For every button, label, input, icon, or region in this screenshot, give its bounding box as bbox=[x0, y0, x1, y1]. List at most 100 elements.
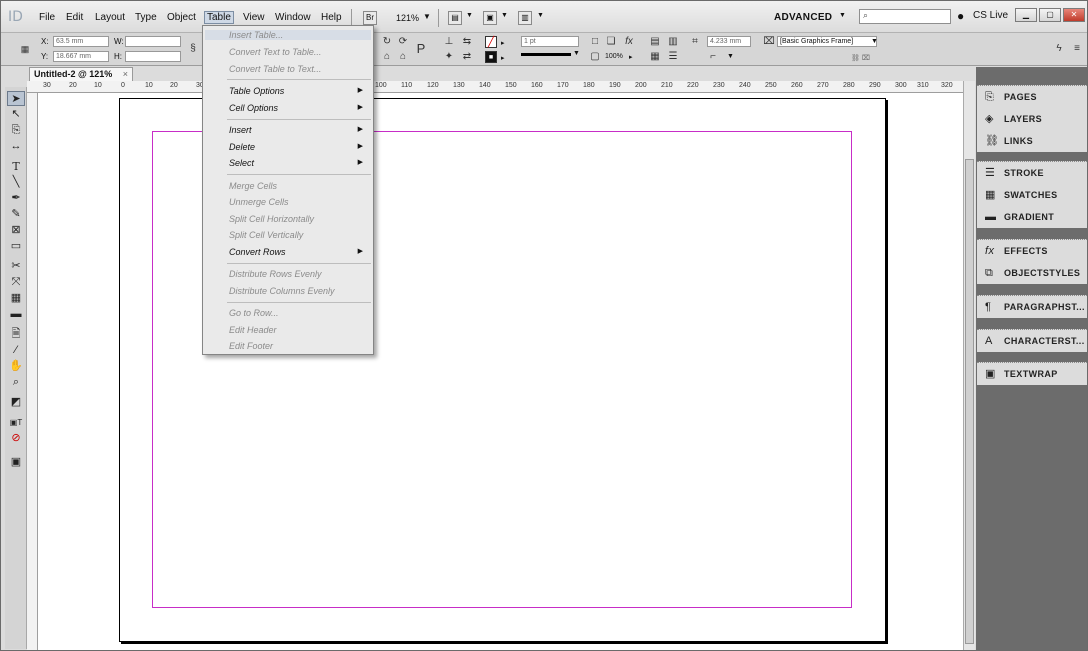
corner-shape-icon[interactable]: ⌐ bbox=[707, 51, 719, 63]
bridge-icon[interactable]: Br bbox=[363, 11, 377, 25]
stroke-type-arrow-icon[interactable]: ▼ bbox=[573, 50, 580, 57]
opacity-icon[interactable]: ▢ bbox=[589, 51, 601, 63]
panel-layers[interactable]: ◈ LAYERS bbox=[977, 108, 1087, 130]
menu-delete[interactable]: Delete ▶ bbox=[229, 142, 369, 152]
select-previous-icon[interactable]: ⇆ bbox=[461, 36, 473, 48]
vertical-scrollbar[interactable] bbox=[963, 81, 975, 650]
menu-distribute-rows-evenly[interactable]: Distribute Rows Evenly bbox=[229, 269, 369, 279]
text-wrap-icon[interactable]: ▤ bbox=[649, 36, 661, 48]
zoom-tool-icon[interactable]: ⌕ bbox=[7, 375, 25, 390]
menu-convert-rows[interactable]: Convert Rows ▶ bbox=[229, 247, 369, 257]
w-field[interactable] bbox=[125, 36, 181, 47]
menu-convert-text-to-table[interactable]: Convert Text to Table... bbox=[229, 47, 369, 57]
menu-split-cell-horizontally[interactable]: Split Cell Horizontally bbox=[229, 214, 369, 224]
fill-none-icon[interactable]: ╱ bbox=[485, 36, 497, 48]
panel-character-styles[interactable]: A CHARACTERST... bbox=[977, 330, 1087, 352]
panel-gradient[interactable]: ▬ GRADIENT bbox=[977, 206, 1087, 228]
view-options-arrow-icon[interactable]: ▼ bbox=[466, 12, 473, 19]
zoom-level[interactable]: 121% bbox=[396, 13, 419, 23]
menu-file[interactable]: File bbox=[39, 12, 55, 23]
fill-stroke-swatch-icon[interactable]: ◩ bbox=[7, 395, 25, 410]
panel-stroke[interactable]: ☰ STROKE bbox=[977, 162, 1087, 184]
menu-type[interactable]: Type bbox=[135, 12, 157, 23]
opacity-value[interactable]: 100% bbox=[605, 53, 623, 60]
menu-table-options[interactable]: Table Options ▶ bbox=[229, 86, 369, 96]
menu-merge-cells[interactable]: Merge Cells bbox=[229, 181, 369, 191]
x-field[interactable]: 63.5 mm bbox=[53, 36, 109, 47]
arrange-documents-arrow-icon[interactable]: ▼ bbox=[537, 12, 544, 19]
line-tool-icon[interactable]: ╲ bbox=[7, 175, 25, 190]
scrollbar-thumb[interactable] bbox=[965, 159, 974, 644]
menu-view[interactable]: View bbox=[243, 12, 265, 23]
cs-live-button[interactable]: CS Live bbox=[973, 10, 1008, 21]
type-tool-icon[interactable]: T bbox=[7, 159, 25, 174]
menu-object[interactable]: Object bbox=[167, 12, 196, 23]
shadow-icon[interactable]: ❏ bbox=[605, 36, 617, 48]
menu-layout[interactable]: Layout bbox=[95, 12, 125, 23]
pen-tool-icon[interactable]: ✒ bbox=[7, 191, 25, 206]
pencil-tool-icon[interactable]: ✎ bbox=[7, 207, 25, 222]
y-field[interactable]: 18.667 mm bbox=[53, 51, 109, 62]
stroke-arrow-icon[interactable]: ▸ bbox=[501, 54, 505, 62]
panel-swatches[interactable]: ▦ SWATCHES bbox=[977, 184, 1087, 206]
scissors-tool-icon[interactable]: ✂ bbox=[7, 259, 25, 274]
menu-split-cell-vertically[interactable]: Split Cell Vertically bbox=[229, 230, 369, 240]
panel-effects[interactable]: fx EFFECTS bbox=[977, 240, 1087, 262]
workspace-switcher[interactable]: ADVANCED bbox=[774, 12, 832, 23]
screen-mode-tool-icon[interactable]: ▣ bbox=[7, 455, 25, 470]
menu-distribute-columns-evenly[interactable]: Distribute Columns Evenly bbox=[229, 286, 369, 296]
panel-menu-icon[interactable]: ≡ bbox=[1071, 43, 1083, 55]
page-tool-icon[interactable]: ⎘ bbox=[7, 123, 25, 138]
constrain-proportions-icon[interactable]: § bbox=[187, 43, 199, 55]
document-tab[interactable]: Untitled-2 @ 121% × bbox=[29, 67, 133, 81]
eyedropper-tool-icon[interactable]: ⁄ bbox=[7, 343, 25, 358]
menu-window[interactable]: Window bbox=[275, 12, 311, 23]
panel-text-wrap[interactable]: ▣ TEXTWRAP bbox=[977, 363, 1087, 385]
object-style-arrow-icon[interactable]: ▼ bbox=[871, 38, 878, 45]
select-next-icon[interactable]: ⇄ bbox=[461, 51, 473, 63]
panel-pages[interactable]: ⎘ PAGES bbox=[977, 86, 1087, 108]
h-field[interactable] bbox=[125, 51, 181, 62]
close-tab-icon[interactable]: × bbox=[123, 68, 128, 81]
note-tool-icon[interactable]: 🗎 bbox=[7, 327, 25, 342]
fx-icon[interactable]: fx bbox=[623, 36, 635, 48]
menu-edit-footer[interactable]: Edit Footer bbox=[229, 341, 369, 351]
screen-mode-icon[interactable]: ▣ bbox=[483, 11, 497, 25]
stroke-swatch-icon[interactable]: ■ bbox=[485, 51, 497, 63]
panel-links[interactable]: ⛓ LINKS bbox=[977, 130, 1087, 152]
formatting-affects-icon[interactable]: ▣T bbox=[7, 415, 25, 430]
link-icon[interactable]: ⛓ ⌧ bbox=[851, 54, 870, 62]
zoom-dropdown-arrow-icon[interactable]: ▼ bbox=[423, 12, 431, 21]
select-container-icon[interactable]: ⊥ bbox=[443, 36, 455, 48]
fill-arrow-icon[interactable]: ▸ bbox=[501, 39, 505, 47]
flip-vertical-icon[interactable]: ⌂ bbox=[397, 51, 409, 63]
apply-none-icon[interactable]: ⊘ bbox=[7, 431, 25, 446]
direct-selection-tool-icon[interactable]: ↖ bbox=[7, 107, 25, 122]
select-content-icon[interactable]: ✦ bbox=[443, 51, 455, 63]
quick-apply-icon[interactable]: ϟ bbox=[1053, 43, 1065, 55]
fit-frame-icon[interactable]: ☰ bbox=[667, 51, 679, 63]
menu-help[interactable]: Help bbox=[321, 12, 342, 23]
gradient-swatch-tool-icon[interactable]: ▦ bbox=[7, 291, 25, 306]
corner-arrow-icon[interactable]: ▼ bbox=[727, 53, 734, 60]
view-options-icon[interactable]: ▤ bbox=[448, 11, 462, 25]
opacity-arrow-icon[interactable]: ▸ bbox=[629, 53, 633, 61]
rotate-icon[interactable]: ↻ bbox=[381, 36, 393, 48]
menu-table[interactable]: Table bbox=[204, 11, 234, 24]
flip-icon[interactable]: ⌂ bbox=[381, 51, 393, 63]
object-style-select[interactable]: [Basic Graphics Frame] bbox=[777, 36, 877, 47]
rectangle-frame-tool-icon[interactable]: ⊠ bbox=[7, 223, 25, 238]
menu-cell-options[interactable]: Cell Options ▶ bbox=[229, 103, 369, 113]
shear-icon[interactable]: ⟳ bbox=[397, 36, 409, 48]
menu-convert-table-to-text[interactable]: Convert Table to Text... bbox=[229, 64, 369, 74]
drop-shadow-icon[interactable]: □ bbox=[589, 36, 601, 48]
minimize-button[interactable]: ▁ bbox=[1015, 8, 1037, 22]
stroke-weight-field[interactable]: 1 pt bbox=[521, 36, 579, 47]
search-input[interactable]: ⌕ bbox=[859, 9, 951, 24]
gap-tool-icon[interactable]: ↔ bbox=[7, 139, 25, 154]
menu-edit[interactable]: Edit bbox=[66, 12, 83, 23]
selection-tool-icon[interactable]: ➤ bbox=[7, 91, 25, 106]
rectangle-tool-icon[interactable]: ▭ bbox=[7, 239, 25, 254]
vertical-ruler[interactable] bbox=[27, 93, 38, 650]
panel-paragraph-styles[interactable]: ¶ PARAGRAPHST... bbox=[977, 296, 1087, 318]
